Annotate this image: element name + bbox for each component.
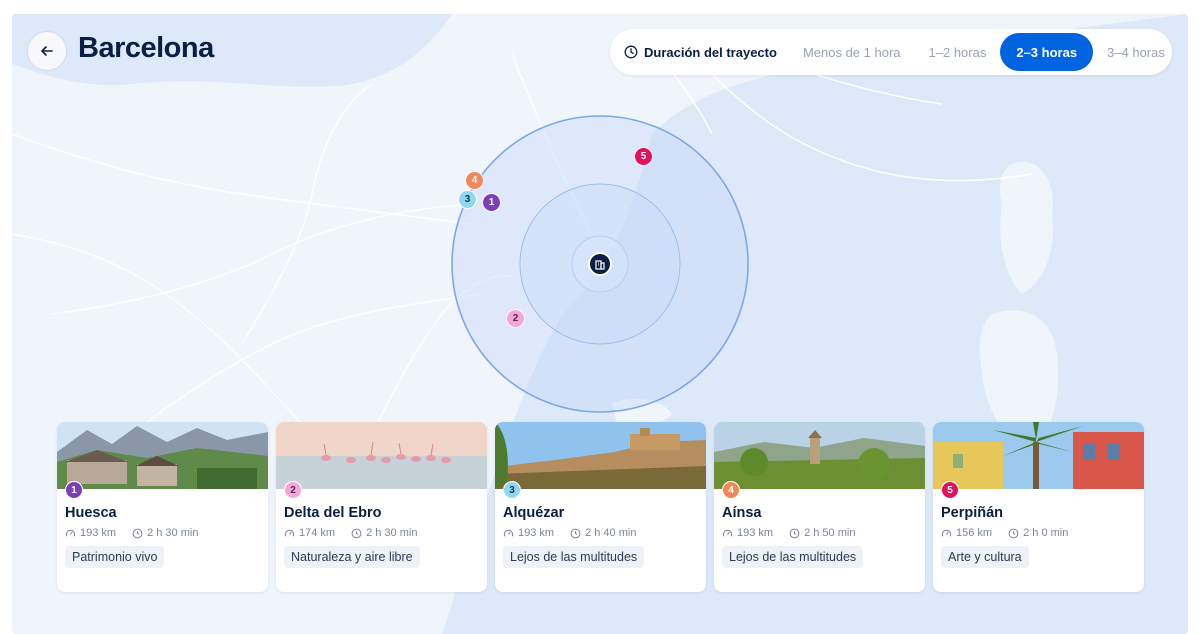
card-duration: 2 h 0 min: [1023, 527, 1069, 539]
card-category-tag[interactable]: Naturaleza y aire libre: [284, 546, 420, 568]
speedometer-icon: [503, 529, 514, 536]
card-meta: 193 km 2 h 40 min: [503, 527, 636, 539]
ainsa-photo: [714, 422, 925, 489]
back-button[interactable]: [27, 31, 67, 71]
destination-card-delta-del-ebro[interactable]: 2 Delta del Ebro 174 km 2 h 30 min Natur…: [276, 422, 487, 592]
card-category-tag[interactable]: Lejos de las multitudes: [503, 546, 645, 568]
duration-filter-label-text: Duración del trayecto: [644, 44, 777, 60]
city-center-marker: [588, 252, 612, 276]
clock-icon: [132, 528, 143, 538]
speedometer-icon: [65, 529, 76, 536]
filter-option-3-4h[interactable]: 3–4 horas: [1093, 33, 1179, 71]
map-view: 1 2 3 4 5 Barcelona Duración del trayect…: [12, 14, 1188, 634]
card-title: Huesca: [65, 505, 117, 521]
map-pin-4[interactable]: 4: [465, 171, 484, 190]
speedometer-icon: [941, 529, 952, 536]
speedometer-icon: [722, 529, 733, 536]
card-meta: 193 km 2 h 50 min: [722, 527, 855, 539]
delta-del-ebro-photo: [276, 422, 487, 489]
card-number-badge: 5: [941, 481, 959, 499]
card-category-tag[interactable]: Lejos de las multitudes: [722, 546, 864, 568]
clock-icon: [789, 528, 800, 538]
card-distance: 193 km: [80, 527, 117, 539]
destination-card-perpinan[interactable]: 5 Perpiñán 156 km 2 h 0 min Arte y cultu…: [933, 422, 1144, 592]
card-duration: 2 h 30 min: [366, 527, 418, 539]
card-distance: 174 km: [299, 527, 336, 539]
duration-filter: Duración del trayecto Menos de 1 hora 1–…: [610, 29, 1172, 75]
destination-card-ainsa[interactable]: 4 Aínsa 193 km 2 h 50 min Lejos de las m…: [714, 422, 925, 592]
page-title: Barcelona: [78, 32, 214, 64]
city-building-icon: [595, 260, 605, 270]
card-title: Alquézar: [503, 505, 565, 521]
top-bar: Barcelona Duración del trayecto Menos de…: [12, 14, 1188, 84]
filter-option-2-3h[interactable]: 2–3 horas: [1000, 33, 1094, 71]
card-duration: 2 h 30 min: [147, 527, 199, 539]
clock-icon: [570, 528, 581, 538]
card-meta: 174 km 2 h 30 min: [284, 527, 417, 539]
map-pin-3[interactable]: 3: [458, 190, 477, 209]
card-category-tag[interactable]: Arte y cultura: [941, 546, 1029, 568]
card-meta: 193 km 2 h 30 min: [65, 527, 198, 539]
card-number-badge: 3: [503, 481, 521, 499]
card-distance: 193 km: [518, 527, 555, 539]
card-title: Perpiñán: [941, 505, 1004, 521]
destination-cards: 1 Huesca 193 km 2 h 30 min Patrimonio vi…: [57, 422, 1147, 592]
card-number-badge: 4: [722, 481, 740, 499]
filter-option-under-1h[interactable]: Menos de 1 hora: [789, 33, 915, 71]
perpinan-photo: [933, 422, 1144, 489]
card-distance: 193 km: [737, 527, 774, 539]
card-meta: 156 km 2 h 0 min: [941, 527, 1068, 539]
map-pin-5[interactable]: 5: [634, 147, 653, 166]
huesca-photo: [57, 422, 268, 489]
card-title: Aínsa: [722, 505, 762, 521]
alquezar-photo: [495, 422, 706, 489]
destination-card-alquezar[interactable]: 3 Alquézar 193 km 2 h 40 min Lejos de la…: [495, 422, 706, 592]
map-pin-2[interactable]: 2: [506, 309, 525, 328]
destination-card-huesca[interactable]: 1 Huesca 193 km 2 h 30 min Patrimonio vi…: [57, 422, 268, 592]
card-title: Delta del Ebro: [284, 505, 382, 521]
speedometer-icon: [284, 529, 295, 536]
clock-icon: [351, 528, 362, 538]
map-pin-1[interactable]: 1: [482, 193, 501, 212]
filter-option-1-2h[interactable]: 1–2 horas: [915, 33, 1001, 71]
clock-icon: [624, 45, 638, 59]
clock-icon: [1008, 528, 1019, 538]
card-category-tag[interactable]: Patrimonio vivo: [65, 546, 165, 568]
card-duration: 2 h 40 min: [585, 527, 637, 539]
card-distance: 156 km: [956, 527, 993, 539]
card-number-badge: 2: [284, 481, 302, 499]
card-number-badge: 1: [65, 481, 83, 499]
arrow-left-icon: [41, 46, 53, 56]
duration-filter-label: Duración del trayecto: [624, 45, 777, 60]
card-duration: 2 h 50 min: [804, 527, 856, 539]
